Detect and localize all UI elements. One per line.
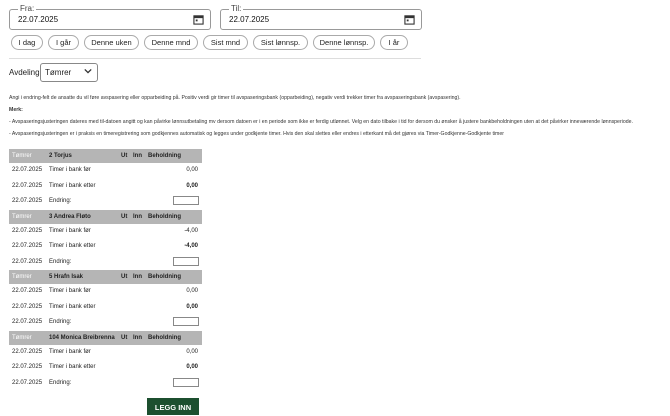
- change-input[interactable]: [173, 317, 199, 326]
- table-row: 22.07.2025 Timer i bank før 0,00: [9, 345, 202, 361]
- from-date-value: 22.07.2025: [18, 15, 59, 24]
- table-row: 22.07.2025 Endring:: [9, 376, 202, 392]
- row-date: 22.07.2025: [12, 288, 43, 294]
- col-beholdning: Beholdning: [148, 153, 181, 159]
- note-label: Merk:: [9, 107, 23, 113]
- table-row: 22.07.2025 Timer i bank etter -4,00: [9, 239, 202, 255]
- from-date-field[interactable]: Fra: 22.07.2025: [9, 4, 211, 30]
- table-row: 22.07.2025 Timer i bank før 0,00: [9, 163, 202, 179]
- row-date: 22.07.2025: [12, 348, 43, 355]
- col-inn: Inn: [133, 274, 142, 280]
- change-input[interactable]: [173, 256, 199, 266]
- col-ut: Ut: [121, 334, 128, 341]
- bank-after-value: 0,00: [186, 182, 198, 189]
- to-date-value: 22.07.2025: [229, 15, 270, 24]
- department-label: Avdeling:: [9, 68, 42, 77]
- department-selected-value: Tømrer: [45, 68, 72, 77]
- row-date: 22.07.2025: [12, 198, 43, 204]
- col-beholdning: Beholdning: [148, 274, 181, 280]
- submit-button[interactable]: LEGG INN: [147, 398, 199, 415]
- from-date-label: Fra:: [18, 4, 37, 13]
- row-date: 22.07.2025: [12, 379, 43, 386]
- quick-this-week-button[interactable]: Denne uken: [84, 35, 139, 50]
- quick-this-year-button[interactable]: I år: [380, 35, 408, 50]
- table-row: 22.07.2025 Timer i bank etter 0,00: [9, 300, 202, 316]
- divider: [9, 58, 421, 59]
- row-label: Timer i bank før: [49, 227, 91, 234]
- quick-last-month-button[interactable]: Sist mnd: [203, 35, 248, 50]
- quick-today-button[interactable]: I dag: [11, 35, 43, 50]
- col-ut: Ut: [121, 213, 128, 220]
- employee-name: 3 Andrea Fløto: [49, 213, 91, 220]
- dept-cell: Tømrer: [12, 334, 32, 341]
- chevron-down-icon: [84, 68, 92, 74]
- to-date-label: Til:: [229, 4, 244, 13]
- employee-header: Tømrer 2 Torjus Ut Inn Beholdning: [9, 149, 202, 163]
- table-row: 22.07.2025 Timer i bank før -4,00: [9, 224, 202, 240]
- employee-name: 104 Monica Breibrenna: [49, 334, 115, 341]
- row-date: 22.07.2025: [12, 364, 43, 370]
- row-label: Timer i bank før: [49, 167, 91, 173]
- employee-header: Tømrer 104 Monica Breibrenna Ut Inn Beho…: [9, 330, 202, 345]
- quick-this-payperiod-button[interactable]: Denne lønnsp.: [313, 35, 375, 50]
- table-row: 22.07.2025 Endring:: [9, 255, 202, 271]
- note-line-2: - Avspaseringsjusteringen er i praksis e…: [9, 131, 504, 137]
- bank-before-value: 0,00: [186, 167, 198, 173]
- dept-cell: Tømrer: [12, 274, 32, 280]
- row-label: Endring:: [49, 379, 72, 386]
- col-inn: Inn: [133, 213, 142, 220]
- col-inn: Inn: [133, 153, 142, 159]
- bank-before-value: -4,00: [184, 227, 198, 234]
- row-date: 22.07.2025: [12, 167, 43, 173]
- col-beholdning: Beholdning: [148, 334, 181, 341]
- row-label: Endring:: [49, 319, 72, 325]
- row-label: Timer i bank før: [49, 348, 91, 355]
- row-label: Timer i bank før: [49, 288, 91, 294]
- bank-after-value: -4,00: [184, 243, 198, 249]
- row-label: Timer i bank etter: [49, 364, 96, 370]
- bank-before-value: 0,00: [186, 288, 198, 294]
- bank-after-value: 0,00: [186, 364, 198, 370]
- quick-last-payperiod-button[interactable]: Sist lønnsp.: [253, 35, 308, 50]
- table-row: 22.07.2025 Endring:: [9, 194, 202, 210]
- row-date: 22.07.2025: [12, 319, 43, 325]
- employee-name: 5 Hrafn Isak: [49, 274, 84, 280]
- dept-cell: Tømrer: [12, 213, 32, 220]
- row-label: Timer i bank etter: [49, 303, 96, 310]
- note-line-1: - Avspaseringsjusteringen dateres med ti…: [9, 119, 633, 125]
- row-date: 22.07.2025: [12, 182, 43, 189]
- row-label: Timer i bank etter: [49, 182, 96, 189]
- quick-this-month-button[interactable]: Denne mnd: [144, 35, 198, 50]
- bank-adjustment-table: Tømrer 2 Torjus Ut Inn Beholdning 22.07.…: [9, 149, 202, 391]
- col-inn: Inn: [133, 334, 142, 341]
- calendar-icon[interactable]: [193, 14, 204, 25]
- bank-before-value: 0,00: [186, 348, 198, 355]
- table-row: 22.07.2025 Timer i bank etter 0,00: [9, 179, 202, 195]
- to-date-field[interactable]: Til: 22.07.2025: [220, 4, 422, 30]
- table-row: 22.07.2025 Timer i bank før 0,00: [9, 284, 202, 300]
- calendar-icon[interactable]: [404, 14, 415, 25]
- info-text: Angi i endring-felt de ansatte du vil fø…: [9, 95, 461, 101]
- col-beholdning: Beholdning: [148, 213, 181, 220]
- change-input[interactable]: [173, 377, 199, 387]
- row-label: Timer i bank etter: [49, 243, 96, 249]
- employee-header: Tømrer 3 Andrea Fløto Ut Inn Beholdning: [9, 209, 202, 224]
- row-date: 22.07.2025: [12, 303, 43, 310]
- row-label: Endring:: [49, 198, 72, 204]
- table-row: 22.07.2025 Timer i bank etter 0,00: [9, 360, 202, 376]
- quick-yesterday-button[interactable]: I går: [48, 35, 79, 50]
- row-date: 22.07.2025: [12, 243, 43, 249]
- table-row: 22.07.2025 Endring:: [9, 315, 202, 331]
- change-input[interactable]: [173, 196, 199, 205]
- row-label: Endring:: [49, 258, 72, 265]
- row-date: 22.07.2025: [12, 227, 43, 234]
- row-date: 22.07.2025: [12, 258, 43, 265]
- employee-name: 2 Torjus: [49, 153, 72, 159]
- employee-header: Tømrer 5 Hrafn Isak Ut Inn Beholdning: [9, 270, 202, 284]
- col-ut: Ut: [121, 153, 128, 159]
- col-ut: Ut: [121, 274, 128, 280]
- department-select[interactable]: Tømrer: [40, 63, 98, 82]
- bank-after-value: 0,00: [186, 303, 198, 310]
- dept-cell: Tømrer: [12, 153, 32, 159]
